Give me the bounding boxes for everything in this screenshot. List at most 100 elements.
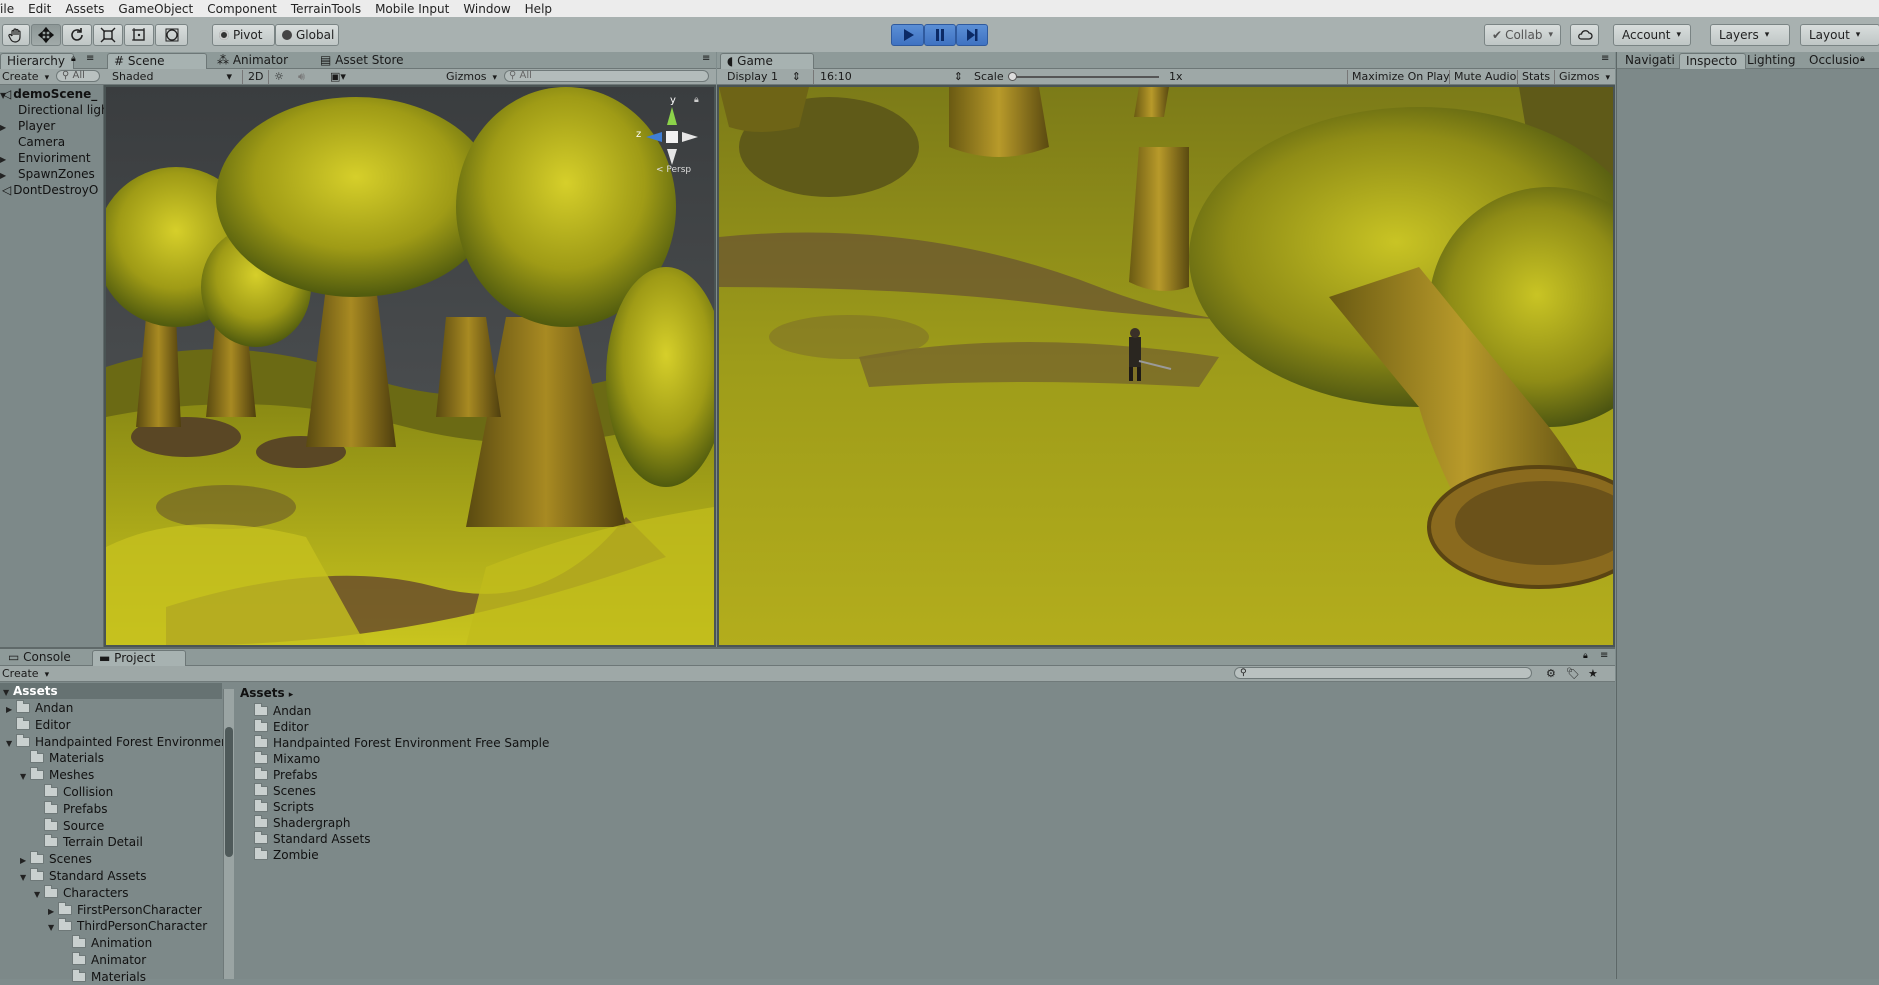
tree-folder-item[interactable]: ▼ Handpainted Forest Environment	[6, 733, 233, 752]
tree-folder-item[interactable]: Materials	[20, 750, 104, 766]
tab-asset-store[interactable]: ▤ Asset Store	[314, 53, 412, 69]
menu-file[interactable]: File	[0, 2, 22, 16]
tab-occlusion[interactable]: Occlusio	[1803, 53, 1868, 69]
rotate-tool-button[interactable]	[62, 24, 92, 46]
favorite-star-icon[interactable]: ★	[1588, 667, 1598, 681]
asset-folder-item[interactable]: Shadergraph	[254, 815, 350, 831]
scene-viewport[interactable]: y z < Persp 🔒︎	[104, 85, 716, 647]
tree-folder-item[interactable]: Editor	[6, 716, 71, 733]
asset-folder-item[interactable]: Handpainted Forest Environment Free Samp…	[254, 735, 549, 751]
hierarchy-create-dropdown[interactable]: Create	[2, 70, 49, 85]
tree-folder-item[interactable]: ▶ Scenes	[20, 851, 92, 867]
tab-game[interactable]: ◖ Game	[720, 53, 814, 69]
audio-toggle-icon[interactable]: 🔊︎	[298, 70, 305, 84]
tree-folder-item[interactable]: ▶ FirstPersonCharacter	[48, 901, 202, 920]
hand-tool-button[interactable]	[2, 24, 30, 46]
tree-folder-item[interactable]: ▼ Meshes	[20, 767, 94, 783]
collapse-arrow-icon[interactable]: ▶	[20, 853, 30, 869]
menu-mobile-input[interactable]: Mobile Input	[369, 2, 457, 16]
hierarchy-item[interactable]: ◁ DontDestroyO	[0, 182, 104, 198]
project-create-dropdown[interactable]: Create	[2, 667, 49, 682]
scale-slider[interactable]	[1009, 76, 1159, 78]
scale-slider-handle[interactable]	[1008, 72, 1017, 81]
menu-edit[interactable]: Edit	[22, 2, 59, 16]
hierarchy-search-input[interactable]: ⚲ All	[56, 70, 100, 82]
step-button[interactable]	[956, 24, 988, 46]
hierarchy-item[interactable]: ▶ SpawnZones	[0, 166, 104, 182]
play-button[interactable]	[891, 24, 924, 46]
expand-arrow-icon[interactable]: ▼	[20, 870, 30, 886]
panel-menu-icon[interactable]: ≡	[702, 53, 710, 64]
game-gizmos-dropdown[interactable]: Gizmos	[1554, 70, 1614, 85]
panel-menu-icon[interactable]: ≡	[1601, 53, 1609, 64]
tree-folder-item[interactable]: ▶ Andan	[6, 700, 73, 716]
menu-gameobject[interactable]: GameObject	[112, 2, 201, 16]
scene-orientation-gizmo[interactable]: y z < Persp	[626, 95, 706, 175]
expand-arrow-icon[interactable]: ▼	[20, 769, 30, 785]
collapse-arrow-icon[interactable]: ▶	[0, 168, 10, 182]
tab-inspector[interactable]: Inspecto	[1679, 53, 1747, 69]
tree-folder-item[interactable]: Prefabs	[34, 800, 108, 817]
stats-toggle[interactable]: Stats	[1517, 70, 1554, 84]
tree-scrollbar-thumb[interactable]	[225, 727, 233, 857]
tab-project[interactable]: ▬ Project	[92, 650, 186, 666]
aspect-dropdown[interactable]: 16:10 ⇕	[813, 70, 963, 84]
asset-folder-item[interactable]: Scripts	[254, 799, 314, 815]
collapse-arrow-icon[interactable]: ▶	[6, 702, 16, 718]
persp-label[interactable]: < Persp	[656, 165, 691, 175]
display-dropdown[interactable]: Display 1 ⇕	[727, 70, 801, 84]
tree-folder-item[interactable]: Animator	[62, 952, 146, 968]
global-toggle[interactable]: Global	[275, 24, 339, 46]
asset-folder-item[interactable]: Scenes	[254, 783, 316, 799]
mute-audio-toggle[interactable]: Mute Audio	[1449, 70, 1520, 84]
asset-folder-item[interactable]: Editor	[254, 719, 309, 735]
tab-lighting[interactable]: Lighting	[1741, 53, 1804, 69]
breadcrumb[interactable]: Assets ▸	[240, 685, 293, 703]
tree-folder-item[interactable]: Source	[34, 817, 104, 834]
filter-by-type-icon[interactable]: ⚙	[1546, 667, 1556, 681]
tree-folder-item[interactable]: Collision	[34, 784, 113, 800]
lock-icon[interactable]: 🔒︎	[1583, 651, 1588, 661]
scene-search-input[interactable]: ⚲ All	[504, 70, 709, 82]
expand-arrow-icon[interactable]: ▼	[6, 736, 16, 752]
scale-tool-button[interactable]	[93, 24, 123, 46]
tree-scrollbar[interactable]	[223, 689, 234, 979]
layout-dropdown[interactable]: Layout	[1800, 24, 1879, 46]
collapse-arrow-icon[interactable]: ▶	[0, 120, 10, 134]
game-viewport[interactable]	[717, 85, 1615, 647]
lock-icon[interactable]: 🔒︎	[1860, 54, 1865, 64]
maximize-on-play-toggle[interactable]: Maximize On Play	[1347, 70, 1454, 84]
rect-tool-button[interactable]	[124, 24, 154, 46]
tree-folder-item[interactable]: ▼ Standard Assets	[20, 868, 146, 884]
filter-by-label-icon[interactable]: 🏷︎	[1566, 667, 1580, 681]
tab-scene[interactable]: # Scene	[107, 53, 207, 69]
asset-folder-item[interactable]: Prefabs	[254, 767, 318, 783]
menu-component[interactable]: Component	[201, 2, 285, 16]
shading-mode-dropdown[interactable]: Shaded ▾	[112, 70, 232, 84]
account-dropdown[interactable]: Account	[1613, 24, 1691, 46]
tab-console[interactable]: ▭ Console	[2, 650, 79, 666]
tree-folder-item[interactable]: Terrain Detail	[34, 834, 143, 850]
tab-hierarchy[interactable]: Hierarchy	[0, 53, 75, 69]
scene-gizmos-dropdown[interactable]: Gizmos	[446, 70, 497, 85]
hierarchy-item[interactable]: Camera	[0, 134, 104, 150]
tab-animator[interactable]: ⁂ Animator	[211, 53, 296, 69]
layers-dropdown[interactable]: Layers	[1710, 24, 1790, 46]
tree-root-row[interactable]: ▼ Assets	[0, 683, 222, 699]
transform-tool-button[interactable]	[155, 24, 188, 46]
panel-menu-icon[interactable]: ≡	[86, 53, 94, 64]
menu-window[interactable]: Window	[457, 2, 518, 16]
hierarchy-item[interactable]: ▼◁ demoScene_	[0, 86, 104, 102]
pivot-toggle[interactable]: Pivot	[212, 24, 275, 46]
lock-icon[interactable]: 🔒︎	[71, 54, 76, 64]
expand-arrow-icon[interactable]: ▼	[48, 920, 58, 936]
asset-folder-item[interactable]: Standard Assets	[254, 831, 370, 847]
tree-folder-item[interactable]: Materials	[62, 968, 146, 985]
scene-lock-icon[interactable]: 🔒︎	[694, 95, 699, 105]
collapse-arrow-icon[interactable]: ▶	[48, 904, 58, 920]
effects-dropdown-icon[interactable]: ▣▾	[330, 70, 346, 84]
menu-help[interactable]: Help	[519, 2, 560, 16]
tree-folder-item[interactable]: ▼ Characters	[34, 884, 129, 901]
menu-terraintools[interactable]: TerrainTools	[285, 2, 369, 16]
hierarchy-item[interactable]: ▶ Player	[0, 118, 104, 134]
